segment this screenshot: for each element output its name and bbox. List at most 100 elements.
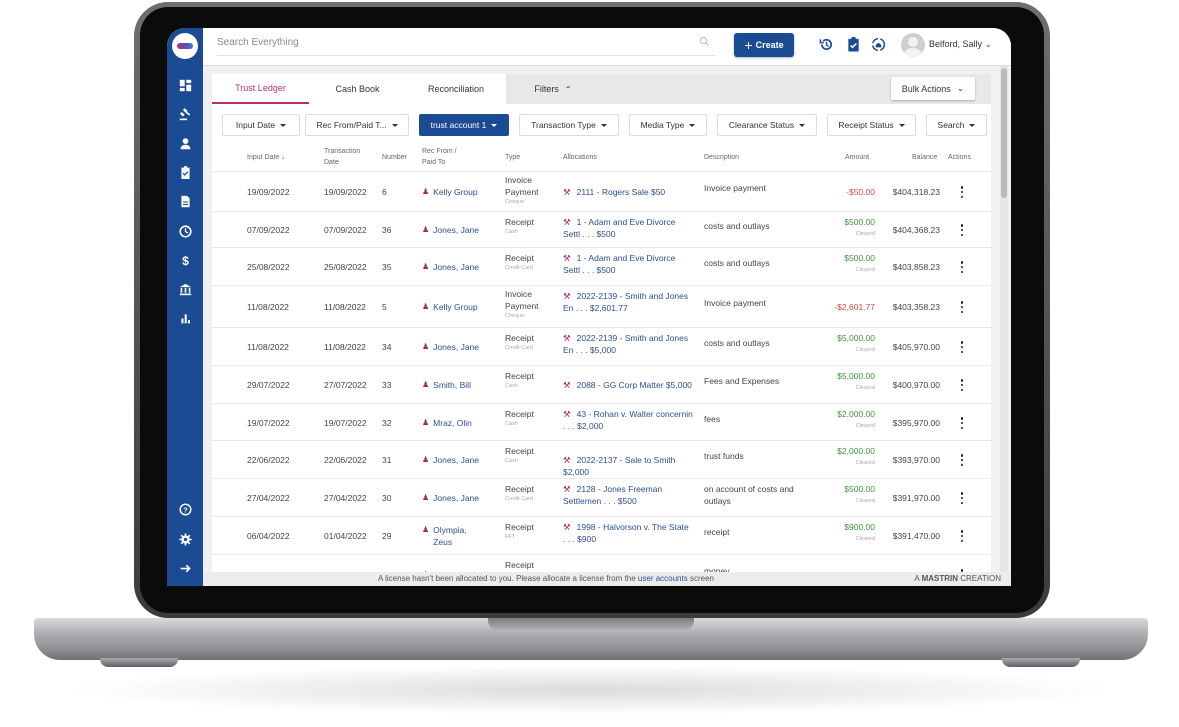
filter-input-date[interactable]: Input Date — [222, 114, 300, 136]
filter-search[interactable]: Search — [926, 114, 987, 136]
sidebar-item-contacts[interactable] — [167, 134, 203, 152]
col-balance[interactable]: Balance — [912, 152, 937, 163]
row-actions-button[interactable] — [958, 224, 966, 236]
allocation-link[interactable]: ⚒ 2022-2137 - Sale to Smith $2,000 — [563, 454, 693, 478]
allocation-link[interactable]: ⚒ 2128 - Jones Freeman Settlemen . . . $5… — [563, 483, 693, 507]
sidebar-item-settings[interactable] — [167, 530, 203, 548]
filter-trust-account[interactable]: trust account 1 — [419, 114, 509, 136]
allocation-link[interactable]: ⚒ 2022-2139 - Smith and Jones En . . . $2… — [563, 290, 693, 314]
party-link[interactable]: ♟ Kelly Group — [422, 301, 480, 313]
sidebar-item-help[interactable]: ? — [167, 500, 203, 518]
table-row[interactable]: 11/08/2022 11/08/2022 5 ♟ Kelly Group Inv… — [212, 286, 991, 328]
table-row[interactable]: 22/06/2022 22/06/2022 31 ♟ Jones, Jane Re… — [212, 441, 991, 479]
allocation-link[interactable]: ⚒ 43 - Rohan v. Walter concernin . . . $2… — [563, 408, 693, 432]
row-actions-button[interactable] — [958, 379, 966, 391]
clipboard-check-icon — [180, 165, 190, 179]
clipboard-check-icon[interactable] — [846, 36, 861, 52]
row-actions-button[interactable] — [958, 186, 966, 198]
allocation-link[interactable]: ⚒ 1 - Adam and Eve Divorce Settl . . . $5… — [563, 252, 693, 276]
allocation-link[interactable]: ⚒ 2088 - GG Corp Matter $5,000 — [563, 379, 693, 391]
kebab-dot — [960, 190, 964, 194]
create-button[interactable]: + Create — [734, 33, 794, 57]
svg-text:$: $ — [182, 254, 189, 267]
scrollbar-thumb[interactable] — [1001, 68, 1007, 198]
type-label: Invoice Payment — [505, 289, 539, 311]
sidebar-item-tasks[interactable] — [167, 163, 203, 181]
row-actions-button[interactable] — [958, 417, 966, 429]
table-row[interactable]: 27/04/2022 27/04/2022 30 ♟ Jones, Jane Re… — [212, 479, 991, 517]
col-rec-from-paid-to[interactable]: Rec From / Paid To — [422, 146, 468, 168]
row-actions-button[interactable] — [958, 261, 966, 273]
filter-media-type[interactable]: Media Type — [629, 114, 707, 136]
party-link[interactable]: ♟ Mraz, Olin — [422, 417, 480, 429]
media-type: Cash — [505, 383, 518, 389]
vertical-scrollbar[interactable] — [1000, 66, 1008, 586]
party-link[interactable]: ♟ Olympia, Zeus — [422, 524, 480, 548]
allocation-link[interactable]: ⚒ 1 - Adam and Eve Divorce Settl . . . $5… — [563, 216, 693, 240]
party-link[interactable]: ♟ Smith, Bill — [422, 379, 480, 391]
tab-trust-ledger[interactable]: Trust Ledger — [212, 74, 309, 104]
tab-reconciliation[interactable]: Reconciliation — [406, 74, 506, 104]
transaction-date: 11/08/2022 — [324, 302, 366, 312]
sidebar-item-matters[interactable] — [167, 105, 203, 123]
description: Fees and Expenses — [704, 376, 780, 386]
allocation-link[interactable]: ⚒ 2111 - Rogers Sale $50 — [563, 186, 693, 198]
row-actions-button[interactable] — [958, 492, 966, 504]
party-link[interactable]: ♟ Jones, Jane — [422, 341, 480, 353]
allocation-link[interactable]: ⚒ 1998 - Halvorson v. The State . . . $90… — [563, 521, 693, 545]
history-icon[interactable] — [819, 37, 834, 52]
row-actions-button[interactable] — [958, 530, 966, 542]
col-transaction-date[interactable]: Transaction Date — [324, 146, 372, 168]
table-row[interactable]: 25/08/2022 25/08/2022 35 ♟ Jones, Jane Re… — [212, 248, 991, 286]
amount-value: $500.00 — [844, 484, 875, 494]
table-row[interactable]: 11/08/2022 11/08/2022 34 ♟ Jones, Jane Re… — [212, 328, 991, 366]
search-icon[interactable] — [699, 36, 711, 48]
sidebar-item-billing[interactable]: $ — [167, 251, 203, 269]
user-menu[interactable]: Belford, Sally ⌄ — [929, 39, 992, 50]
col-type[interactable]: Type — [505, 152, 520, 163]
filter-clearance-status[interactable]: Clearance Status — [717, 114, 817, 136]
description: fees — [704, 414, 721, 424]
col-input-date[interactable]: Input Date ↓ — [247, 152, 285, 163]
col-description[interactable]: Description — [704, 152, 739, 163]
tab-filters[interactable]: Filters ⌃ — [506, 74, 600, 104]
col-allocations[interactable]: Allocations — [563, 152, 597, 163]
sidebar-item-time[interactable] — [167, 222, 203, 240]
row-actions-button[interactable] — [958, 454, 966, 466]
party-link[interactable]: ♟ Jones, Jane — [422, 261, 480, 273]
row-actions-button[interactable] — [958, 301, 966, 313]
clearance-status: Cleared — [855, 267, 875, 273]
table-row[interactable]: 19/09/2022 19/09/2022 6 ♟ Kelly Group Inv… — [212, 172, 991, 212]
party-link[interactable]: ♟ Jones, Jane — [422, 492, 480, 504]
bulk-actions-button[interactable]: Bulk Actions ⌄ — [891, 77, 975, 100]
search-input[interactable]: Search Everything — [217, 34, 715, 56]
app-logo[interactable] — [172, 33, 198, 59]
filter-receipt-status[interactable]: Receipt Status — [827, 114, 916, 136]
filter-transaction-type[interactable]: Transaction Type — [519, 114, 619, 136]
chevron-down-icon: ⌄ — [984, 39, 993, 49]
party-link[interactable]: ♟ Kelly Group — [422, 186, 480, 198]
sidebar-item-reports[interactable] — [167, 309, 203, 327]
row-actions-button[interactable] — [958, 341, 966, 353]
sync-home-icon[interactable] — [871, 37, 886, 52]
table-row[interactable]: 19/07/2022 19/07/2022 32 ♟ Mraz, Olin Rec… — [212, 404, 991, 441]
table-row[interactable]: 06/04/2022 01/04/2022 29 ♟ Olympia, Zeus … — [212, 517, 991, 555]
allocation-link[interactable]: ⚒ 2022-2139 - Smith and Jones En . . . $5… — [563, 332, 693, 356]
sidebar-item-dashboard[interactable] — [167, 76, 203, 94]
col-amount[interactable]: Amount — [845, 152, 869, 163]
sidebar-item-documents[interactable] — [167, 192, 203, 210]
sidebar-item-expand[interactable] — [167, 559, 203, 577]
party-link[interactable]: ♟ Jones, Jane — [422, 454, 480, 466]
tab-cash-book[interactable]: Cash Book — [309, 74, 406, 104]
transaction-date: 01/04/2022 — [324, 531, 367, 541]
filter-rec-from-paid-to[interactable]: Rec From/Paid T... — [305, 114, 409, 136]
sidebar-item-trust[interactable] — [167, 280, 203, 298]
table-row[interactable]: 07/09/2022 07/09/2022 36 ♟ Jones, Jane Re… — [212, 212, 991, 248]
table-row[interactable]: 29/07/2022 27/07/2022 33 ♟ Smith, Bill Re… — [212, 366, 991, 404]
party-link[interactable]: ♟ Jones, Jane — [422, 224, 480, 236]
col-number[interactable]: Number — [382, 152, 407, 163]
media-type: Cheque — [505, 199, 525, 205]
user-accounts-link[interactable]: user accounts — [638, 574, 688, 583]
tab-bar: Trust Ledger Cash Book Reconciliation Fi… — [212, 74, 991, 104]
avatar[interactable] — [901, 33, 925, 57]
